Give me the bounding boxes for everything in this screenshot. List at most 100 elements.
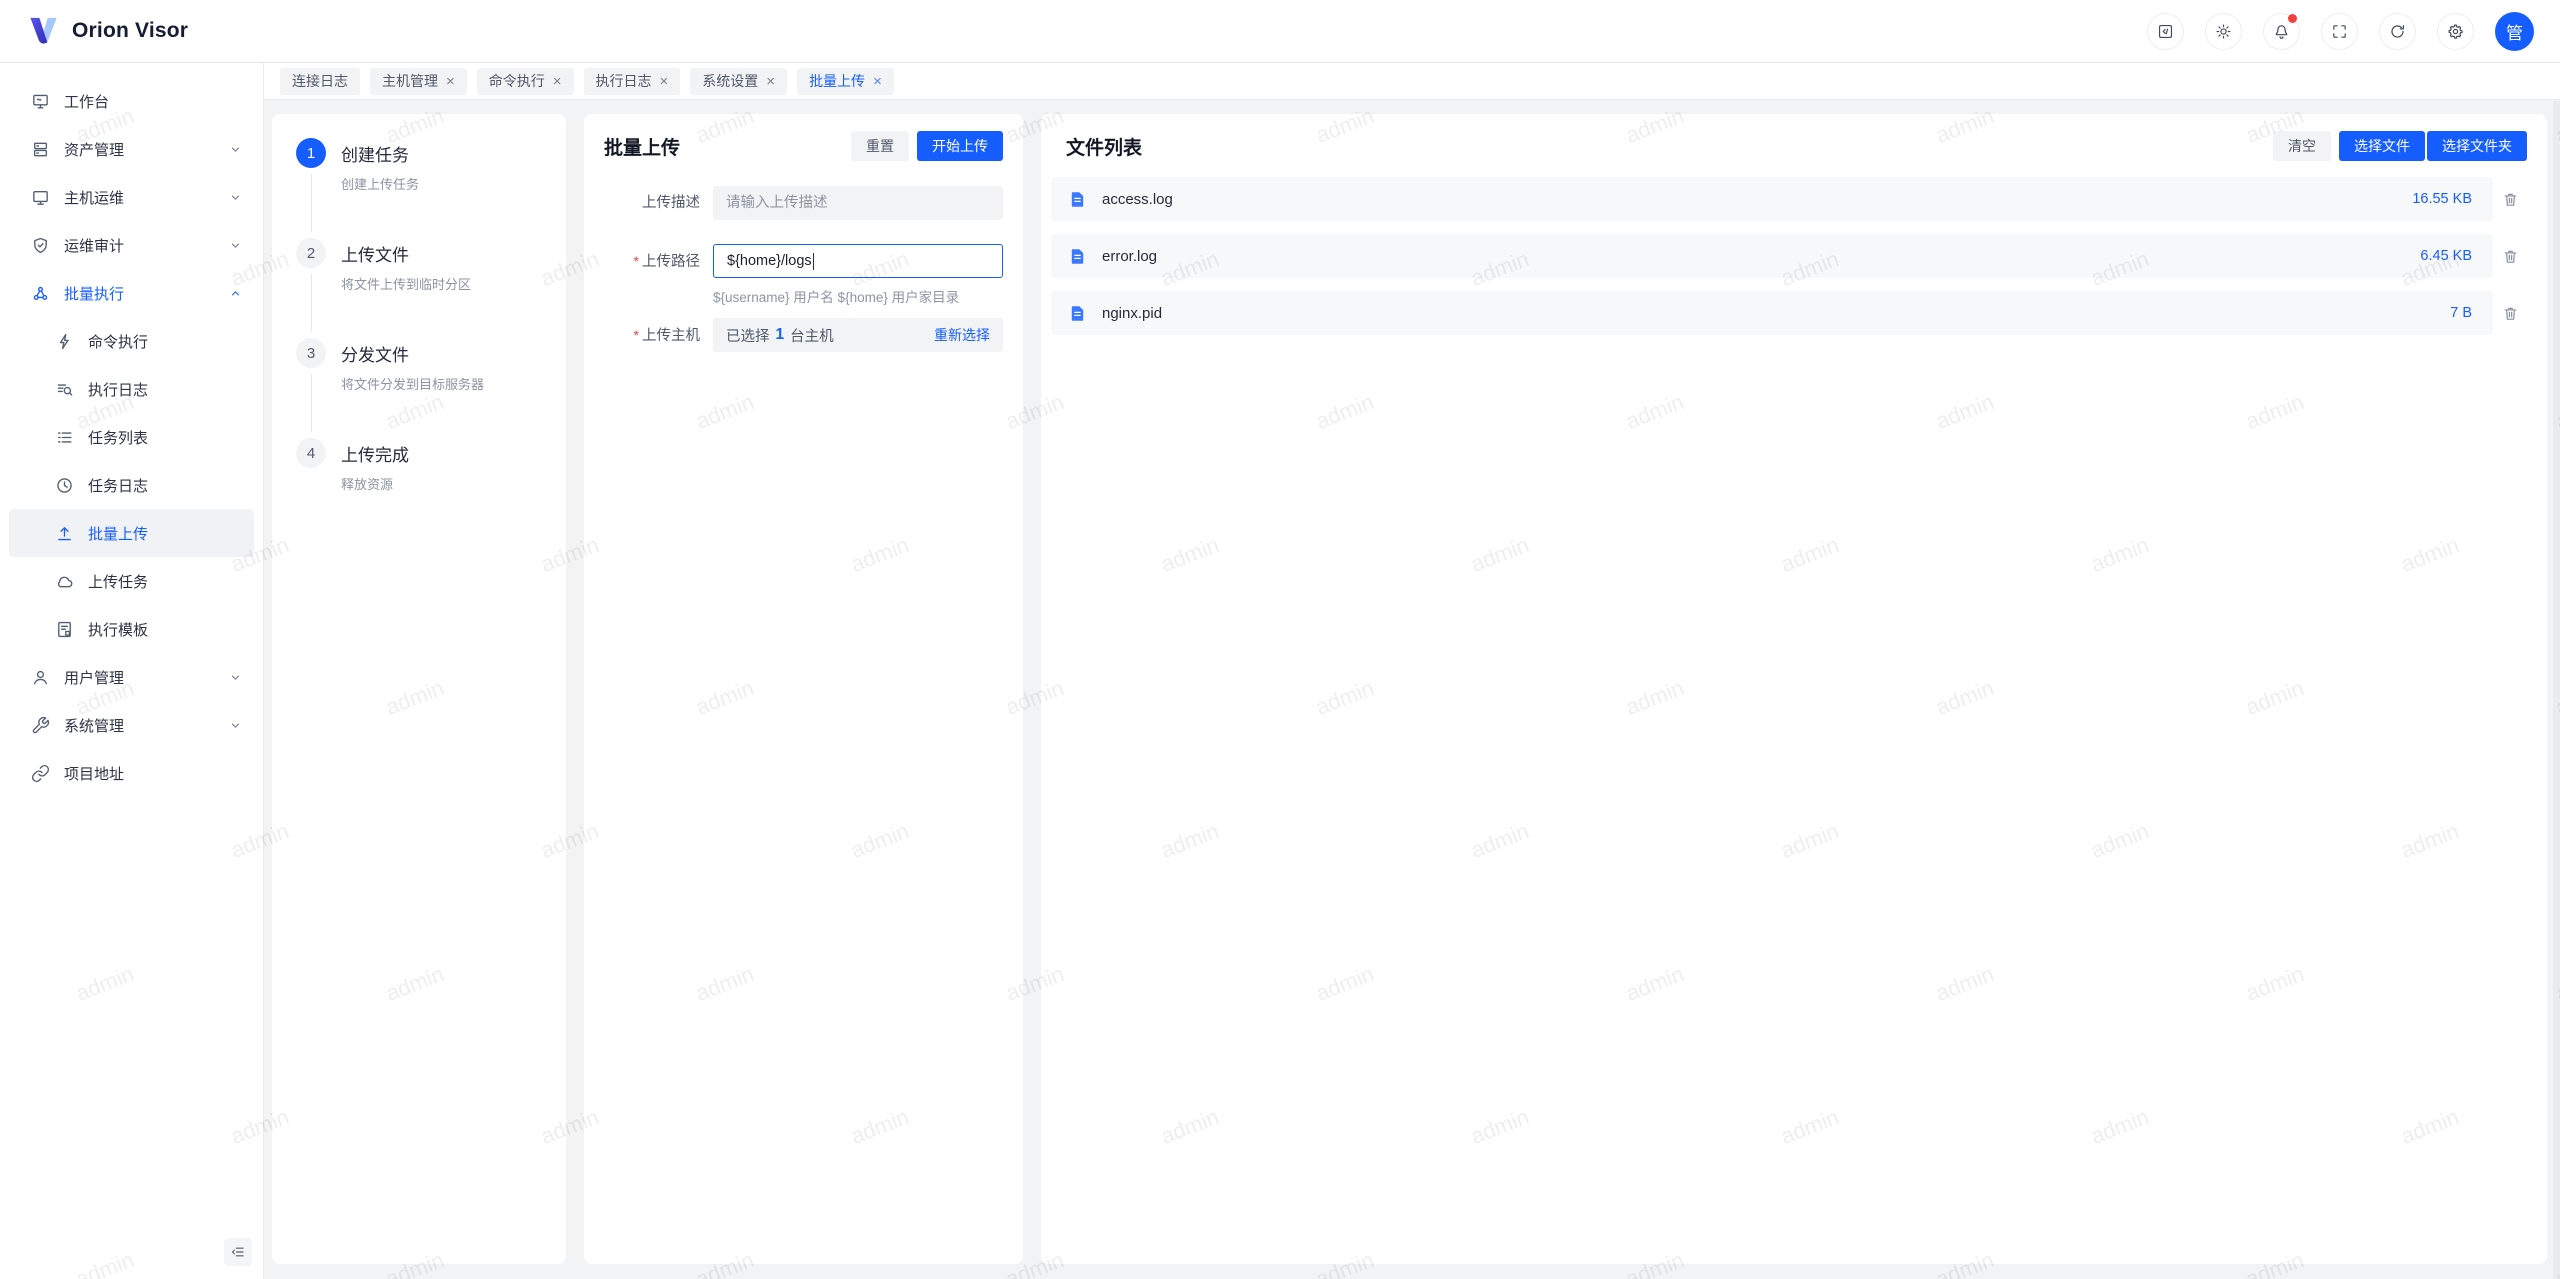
content: 1 创建任务 创建上传任务 2 上传文件 将文件上传到临时分区 3 [264, 100, 2560, 1279]
upload-panel-title: 批量上传 [604, 133, 680, 160]
start-upload-button[interactable]: 开始上传 [917, 131, 1003, 161]
page-scrollbar[interactable] [2553, 101, 2560, 1279]
sidebar-item-wrench[interactable]: 系统管理 [0, 701, 263, 749]
sidebar-item-users[interactable]: 用户管理 [0, 653, 263, 701]
sidebar: 工作台 资产管理 主机运维 运维审计 批量执行 [0, 63, 264, 1279]
upload-desc-label: 上传描述 [604, 186, 700, 220]
close-icon[interactable]: × [660, 74, 669, 89]
tab-exec-log[interactable]: 执行日志 × [584, 68, 681, 95]
file-icon [1068, 190, 1087, 209]
close-icon[interactable]: × [553, 74, 562, 89]
terminal-icon-button[interactable] [2147, 13, 2184, 50]
sidebar-item-exec-log[interactable]: 执行日志 [0, 365, 263, 413]
clear-files-button[interactable]: 清空 [2273, 131, 2331, 161]
nginx.pid: nginx.pid 7 B [1051, 291, 2527, 335]
tab-connect-log[interactable]: 连接日志 [280, 68, 360, 95]
theme-toggle-button[interactable] [2205, 13, 2242, 50]
select-file-button[interactable]: 选择文件 [2339, 131, 2425, 161]
file-panel-title: 文件列表 [1066, 133, 1142, 160]
sidebar-item-command[interactable]: 命令执行 [0, 317, 263, 365]
upload-path-hint: ${username} 用户名 ${home} 用户家目录 [713, 286, 1003, 306]
trash-icon [2502, 191, 2519, 208]
file-name: access.log [1102, 191, 1173, 208]
fullscreen-button[interactable] [2321, 13, 2358, 50]
file-icon [1068, 247, 1087, 266]
file-list-panel: 文件列表 清空 选择文件 选择文件夹 access. [1041, 114, 2547, 1264]
step-title: 分发文件 [341, 338, 484, 366]
select-folder-button[interactable]: 选择文件夹 [2427, 131, 2527, 161]
host-count: 1 [776, 326, 785, 344]
file-size: 7 B [2450, 305, 2472, 321]
sidebar-item-workbench[interactable]: 工作台 [0, 77, 263, 125]
upload-path-input[interactable]: ${home}/logs [713, 244, 1003, 278]
delete-file-button[interactable] [2493, 248, 2527, 265]
step-description: 将文件上传到临时分区 [341, 274, 471, 293]
sidebar-item-link[interactable]: 项目地址 [0, 749, 263, 797]
sidebar-item-upload[interactable]: 批量上传 [9, 509, 254, 557]
step-number: 3 [296, 338, 326, 368]
sidebar-item-audit[interactable]: 运维审计 [0, 221, 263, 269]
file-name: error.log [1102, 248, 1157, 265]
sidebar-item-assets[interactable]: 资产管理 [0, 125, 263, 173]
text-caret [813, 253, 815, 270]
required-mark: * [634, 253, 639, 269]
delete-file-button[interactable] [2493, 191, 2527, 208]
step-number: 2 [296, 238, 326, 268]
settings-button[interactable] [2437, 13, 2474, 50]
file-size: 16.55 KB [2412, 191, 2472, 207]
sidebar-item-batch[interactable]: 批量执行 [0, 269, 263, 317]
sidebar-item-task-log[interactable]: 任务日志 [0, 461, 263, 509]
topbar: Orion Visor [0, 0, 2560, 63]
step-description: 释放资源 [341, 474, 409, 493]
tab-host-manage[interactable]: 主机管理 × [370, 68, 467, 95]
upload-desc-input[interactable] [713, 186, 1003, 220]
steps-panel: 1 创建任务 创建上传任务 2 上传文件 将文件上传到临时分区 3 [272, 114, 566, 1264]
sidebar-item-task-list[interactable]: 任务列表 [0, 413, 263, 461]
step-3: 4 上传完成 释放资源 [296, 438, 542, 538]
app-logo-icon [26, 16, 61, 46]
file-icon [1068, 304, 1087, 323]
collapse-icon [230, 1244, 246, 1260]
host-select-field: 已选择1台主机 重新选择 [713, 318, 1003, 352]
sidebar-menu: 工作台 资产管理 主机运维 运维审计 批量执行 [0, 77, 263, 797]
step-description: 将文件分发到目标服务器 [341, 374, 484, 393]
upload-host-label: 上传主机 [642, 328, 700, 344]
notifications-button[interactable] [2263, 13, 2300, 50]
tab-batch-upload[interactable]: 批量上传 × [797, 68, 894, 95]
upload-path-label: 上传路径 [642, 254, 700, 270]
file-list: access.log 16.55 KB error.log 6.45 KB [1051, 177, 2527, 335]
delete-file-button[interactable] [2493, 305, 2527, 322]
close-icon[interactable]: × [766, 74, 775, 89]
sidebar-item-template[interactable]: 执行模板 [0, 605, 263, 653]
sidebar-item-host-ops[interactable]: 主机运维 [0, 173, 263, 221]
collapse-sidebar-button[interactable] [224, 1238, 252, 1266]
step-number: 4 [296, 438, 326, 468]
sidebar-item-cloud[interactable]: 上传任务 [0, 557, 263, 605]
refresh-button[interactable] [2379, 13, 2416, 50]
tab-system-settings[interactable]: 系统设置 × [690, 68, 787, 95]
required-mark: * [634, 327, 639, 343]
brand: Orion Visor [26, 16, 188, 46]
error.log: error.log 6.45 KB [1051, 234, 2527, 278]
step-title: 上传完成 [341, 438, 409, 466]
close-icon[interactable]: × [446, 74, 455, 89]
step-description: 创建上传任务 [341, 174, 419, 193]
topbar-actions [2147, 13, 2474, 50]
access.log: access.log 16.55 KB [1051, 177, 2527, 221]
step-title: 创建任务 [341, 138, 419, 166]
notification-badge [2288, 14, 2297, 23]
reselect-host-link[interactable]: 重新选择 [934, 325, 990, 345]
step-number: 1 [296, 138, 326, 168]
step-2: 3 分发文件 将文件分发到目标服务器 [296, 338, 542, 438]
tabbar: 连接日志 主机管理 × 命令执行 × 执行日志 × 系统设置 × 批量上传 × [264, 63, 2560, 100]
upload-form-panel: 批量上传 重置 开始上传 上传描述 *上传路径 [584, 114, 1023, 1264]
step-1: 2 上传文件 将文件上传到临时分区 [296, 238, 542, 338]
upload-path-value: ${home}/logs [727, 253, 812, 269]
reset-button[interactable]: 重置 [851, 131, 909, 161]
tab-command-exec[interactable]: 命令执行 × [477, 68, 574, 95]
user-avatar[interactable]: 管 [2495, 12, 2534, 51]
app-title: Orion Visor [72, 19, 188, 43]
close-icon[interactable]: × [873, 74, 882, 89]
step-0: 1 创建任务 创建上传任务 [296, 138, 542, 238]
trash-icon [2502, 248, 2519, 265]
